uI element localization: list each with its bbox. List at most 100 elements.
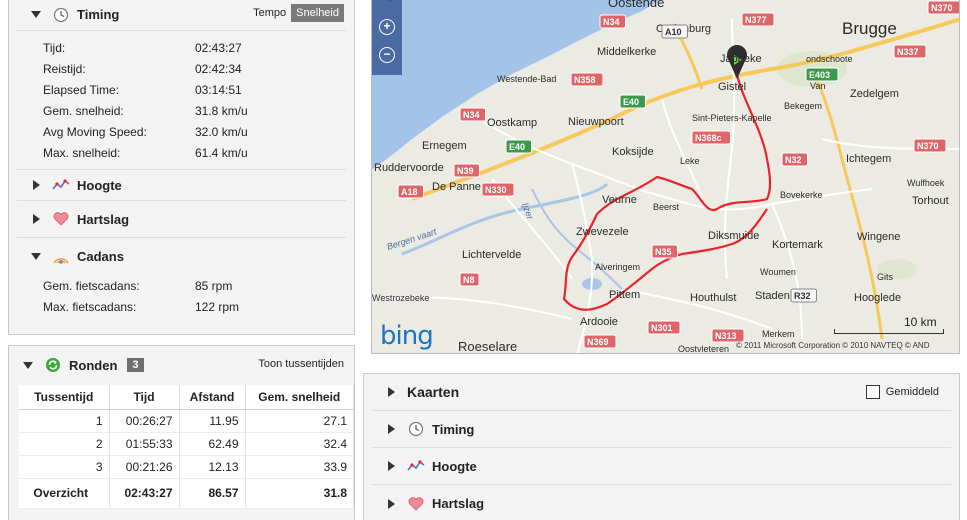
stat-value: 02:43:27 (195, 40, 242, 55)
laps-refresh-icon (44, 356, 62, 374)
place-label: Ardooie (580, 316, 618, 328)
expand-triangle-icon[interactable] (388, 387, 395, 397)
road-shield-text: N39 (457, 166, 474, 176)
tempo-toggle[interactable]: Tempo (248, 4, 291, 22)
stat-row: Tijd: 02:43:27 (43, 37, 354, 58)
expand-triangle-icon[interactable] (33, 214, 40, 224)
section-hartslag-header[interactable]: Hartslag (17, 201, 346, 238)
road-shield-text: N337 (897, 47, 919, 57)
average-checkbox-group[interactable]: Gemiddeld (865, 385, 939, 399)
road-shield-text: N301 (651, 323, 673, 333)
section-title: Hartslag (77, 211, 130, 227)
chart-hoogte-header[interactable]: Hoogte (372, 448, 951, 485)
collapse-triangle-icon[interactable] (31, 11, 41, 18)
lap-distance: 12.13 (179, 455, 246, 479)
table-row[interactable]: 3 00:21:26 12.13 33.9 (19, 455, 354, 479)
clock-icon (52, 6, 70, 24)
place-label: Middelkerke (597, 46, 656, 58)
section-title: Kaarten (407, 384, 460, 400)
laps-table: Tussentijd Tijd Afstand Gem. snelheid 10… (19, 385, 354, 509)
collapse-triangle-icon[interactable] (31, 253, 41, 260)
stat-label: Reistijd: (43, 61, 86, 76)
column-header[interactable]: Tussentijd (19, 385, 110, 410)
clock-icon (407, 420, 425, 438)
zoom-in-button[interactable]: + (379, 19, 395, 35)
place-label: Oostende (608, 0, 664, 10)
zoom-out-button[interactable]: − (379, 47, 395, 63)
place-label: Beerst (653, 202, 680, 212)
charts-header[interactable]: Kaarten Gemiddeld (372, 374, 951, 411)
place-label: Oostkamp (487, 117, 537, 129)
table-row[interactable]: 1 00:26:27 11.95 27.1 (19, 409, 354, 433)
place-label: Alveringem (595, 262, 640, 272)
road-shield-text: N35 (655, 247, 672, 257)
place-label: Gits (877, 272, 894, 282)
place-label: Roeselare (458, 339, 517, 354)
section-cadans-header[interactable]: Cadans (17, 238, 346, 275)
chart-timing-header[interactable]: Timing (372, 411, 951, 448)
place-label: Veurne (602, 194, 637, 206)
section-title: Ronden (69, 357, 118, 373)
stat-label: Tijd: (43, 40, 66, 55)
lap-distance: 62.49 (179, 432, 246, 456)
laps-header[interactable]: Ronden 3 Toon tussentijden (9, 346, 354, 384)
snelheid-toggle[interactable]: Snelheid (291, 4, 344, 22)
lap-time: 01:55:33 (109, 432, 180, 456)
lap-number: 3 (19, 455, 110, 479)
expand-triangle-icon[interactable] (388, 498, 395, 509)
collapse-triangle-icon[interactable] (23, 361, 33, 369)
summary-panel: Timing Tempo Snelheid Tijd: 02:43:27 Reis… (8, 0, 355, 335)
place-label: Leke (680, 156, 700, 166)
stat-value: 32.0 km/u (195, 124, 248, 139)
stat-label: Elapsed Time: (43, 82, 120, 97)
route-map[interactable]: OostendeBruggeMiddelkerkeOudenburgJabbek… (371, 0, 960, 354)
column-header[interactable]: Tijd (109, 385, 180, 410)
lap-distance: 11.95 (179, 409, 246, 433)
table-total-row: Overzicht 02:43:27 86.57 31.8 (19, 478, 354, 509)
chart-hartslag-header[interactable]: Hartslag (372, 485, 951, 520)
elevation-chart-icon (407, 457, 425, 475)
place-label: ondschoote (806, 54, 853, 64)
column-header[interactable]: Afstand (179, 385, 246, 410)
laps-panel: Ronden 3 Toon tussentijden Tussentijd Ti… (8, 345, 355, 520)
expand-triangle-icon[interactable] (33, 180, 40, 190)
section-title: Cadans (77, 249, 124, 264)
stat-label: Gem. snelheid: (43, 103, 124, 118)
heart-icon (407, 495, 425, 513)
charts-panel: Kaarten Gemiddeld Timing Hoogte Hartslag (363, 373, 960, 520)
map-scale-bar (834, 329, 944, 334)
section-hoogte-header[interactable]: Hoogte (17, 169, 346, 201)
map-scale-label: 10 km (904, 315, 937, 329)
timing-rows: Tijd: 02:43:27 Reistijd: 02:42:34 Elapsed … (9, 31, 354, 169)
expand-triangle-icon[interactable] (388, 424, 395, 434)
place-label: Westrozebeke (372, 293, 429, 303)
road-shield-text: N358 (574, 75, 596, 85)
average-checkbox[interactable] (865, 385, 880, 399)
stat-value: 85 rpm (195, 278, 233, 293)
stat-label: Gem. fietscadans: (43, 278, 140, 293)
column-header[interactable]: Gem. snelheid (245, 385, 354, 410)
stat-row: Max. snelheid: 61.4 km/u (43, 142, 354, 163)
stat-row: Gem. fietscadans: 85 rpm (43, 275, 354, 296)
show-splits-link[interactable]: Toon tussentijden (258, 358, 344, 370)
table-row[interactable]: 2 01:55:33 62.49 32.4 (19, 432, 354, 456)
place-label: Ruddervoorde (374, 162, 444, 174)
expand-triangle-icon[interactable] (388, 461, 395, 471)
road-shield-text: N32 (785, 155, 802, 165)
section-timing-header[interactable]: Timing Tempo Snelheid (17, 0, 346, 31)
bing-logo: bing (380, 321, 434, 351)
stat-row: Reistijd: 02:42:34 (43, 58, 354, 79)
place-label: Zedelgem (850, 88, 899, 100)
heart-icon (52, 210, 70, 228)
section-title: Hoogte (77, 177, 122, 193)
road-shield-text: N34 (603, 17, 620, 27)
place-label: De Panne (432, 181, 481, 193)
stat-row: Elapsed Time: 03:14:51 (43, 79, 354, 100)
map-canvas[interactable]: OostendeBruggeMiddelkerkeOudenburgJabbek… (372, 0, 960, 354)
place-label: Woumen (760, 267, 796, 277)
place-label: Merkem (762, 329, 795, 339)
average-label: Gemiddeld (885, 386, 939, 398)
stat-row: Max. fietscadans: 122 rpm (43, 296, 354, 317)
road-shield-text: N377 (745, 15, 767, 25)
lap-number: 2 (19, 432, 110, 456)
